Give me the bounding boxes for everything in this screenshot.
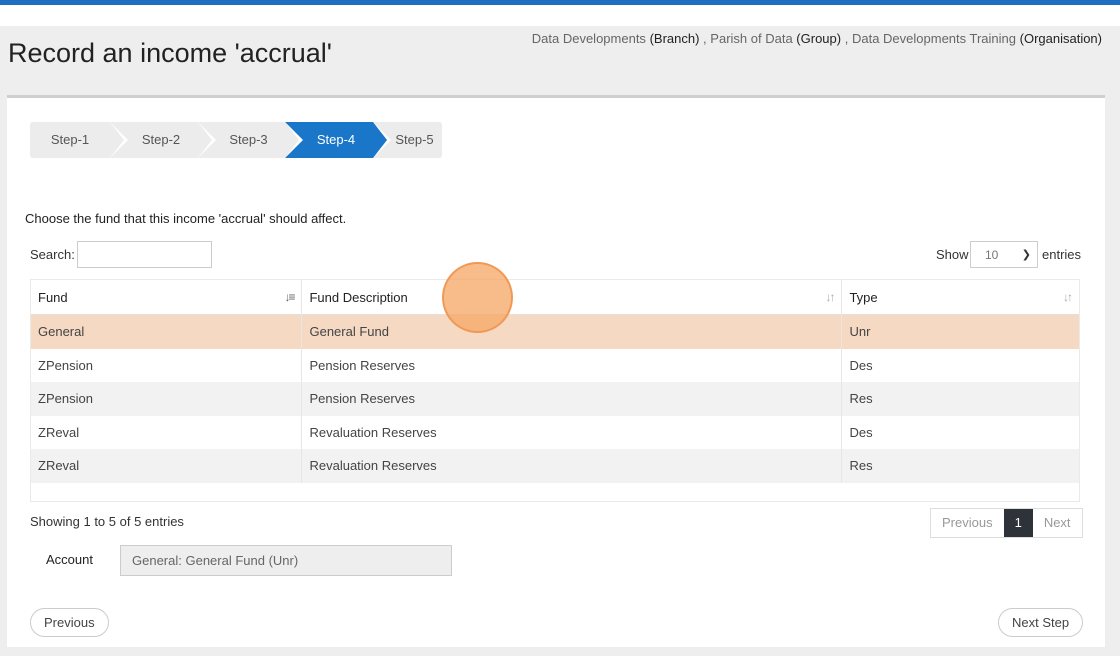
cell-type: Des xyxy=(849,424,873,440)
previous-step-button[interactable]: Previous xyxy=(30,608,109,637)
cell-type: Des xyxy=(849,357,873,373)
breadcrumb-organisation-name[interactable]: Data Developments Training xyxy=(852,31,1016,46)
search-input[interactable] xyxy=(77,241,212,268)
sort-icon: ↓↑ xyxy=(1063,290,1073,304)
cell-fund-description: Revaluation Reserves xyxy=(302,449,843,483)
cell-type: Unr xyxy=(849,324,871,339)
breadcrumb-organisation-kind: (Organisation) xyxy=(1019,31,1102,46)
chevron-down-icon: ❯ xyxy=(1021,249,1031,261)
funds-table: Fund ↓≡ Fund Description ↓↑ Type ↓↑ Gene… xyxy=(30,279,1080,502)
table-info: Showing 1 to 5 of 5 entries xyxy=(30,514,184,529)
search-label: Search: xyxy=(30,247,75,262)
sort-icon: ↓↑ xyxy=(825,290,835,304)
table-header: Fund ↓≡ Fund Description ↓↑ Type ↓↑ xyxy=(31,280,1079,315)
wizard-panel: Step-1 Step-2 Step-3 Step-4 Step-5 Choos… xyxy=(7,95,1105,647)
breadcrumb-branch-name[interactable]: Data Developments xyxy=(532,31,646,46)
step-label: Step-4 xyxy=(316,132,356,147)
table-row[interactable]: ZPension Pension Reserves Res xyxy=(31,382,1079,416)
breadcrumb-separator: , xyxy=(703,31,707,46)
cell-type: Res xyxy=(849,391,873,407)
wizard-stepper: Step-1 Step-2 Step-3 Step-4 Step-5 xyxy=(30,122,442,158)
column-header-label: Type xyxy=(849,290,878,305)
cell-fund: ZReval xyxy=(31,449,303,483)
account-field: General: General Fund (Unr) xyxy=(120,545,452,576)
cell-fund-description: Revaluation Reserves xyxy=(302,415,843,450)
breadcrumb-separator: , xyxy=(844,31,849,46)
column-header-label: Fund Description xyxy=(309,290,408,305)
pagination-next-button[interactable]: Next xyxy=(1032,509,1082,537)
column-header-fund[interactable]: Fund ↓≡ xyxy=(31,280,303,315)
cell-fund: General xyxy=(31,315,303,349)
top-accent-bar xyxy=(0,0,1120,5)
entries-per-page-select[interactable]: 10 ❯ xyxy=(970,241,1038,268)
column-header-label: Fund xyxy=(38,290,68,305)
table-row[interactable]: ZReval Revaluation Reserves Res xyxy=(31,449,1079,483)
step-label: Step-5 xyxy=(395,132,434,147)
sort-ascending-icon: ↓≡ xyxy=(284,290,295,304)
step-1[interactable]: Step-1 xyxy=(30,122,128,158)
step-label: Step-3 xyxy=(229,132,268,147)
entries-label: entries xyxy=(1042,247,1082,262)
cell-fund-description: Pension Reserves xyxy=(302,348,843,383)
breadcrumb-branch-kind: (Branch) xyxy=(649,31,700,46)
column-header-type[interactable]: Type ↓↑ xyxy=(842,280,1079,315)
table-footer-spacer xyxy=(31,482,1079,501)
cell-fund: ZPension xyxy=(31,382,303,416)
cell-type: Res xyxy=(849,458,873,474)
breadcrumb-group-kind: (Group) xyxy=(796,31,842,46)
table-row[interactable]: General General Fund Unr xyxy=(31,315,1079,349)
next-step-button[interactable]: Next Step xyxy=(998,608,1084,637)
breadcrumb-group-name[interactable]: Parish of Data xyxy=(710,31,792,46)
cell-fund: ZPension xyxy=(31,348,303,383)
pagination-page-1[interactable]: 1 xyxy=(1003,509,1033,537)
table-row[interactable]: ZReval Revaluation Reserves Des xyxy=(31,415,1079,450)
breadcrumb: Data Developments (Branch) , Parish of D… xyxy=(532,31,1102,46)
cell-fund-description: Pension Reserves xyxy=(302,382,843,416)
page-container: Record an income 'accrual' Data Developm… xyxy=(0,26,1120,656)
show-label: Show xyxy=(936,247,969,262)
entries-per-page-value: 10 xyxy=(985,248,999,262)
step-label: Step-2 xyxy=(141,132,181,147)
table-row[interactable]: ZPension Pension Reserves Des xyxy=(31,348,1079,383)
pagination-previous-button[interactable]: Previous xyxy=(931,509,1004,537)
pagination: Previous 1 Next xyxy=(930,508,1083,538)
instruction-text: Choose the fund that this income 'accrua… xyxy=(25,211,347,226)
column-header-fund-description[interactable]: Fund Description ↓↑ xyxy=(302,280,843,315)
step-label: Step-1 xyxy=(50,132,90,147)
account-label: Account xyxy=(46,552,93,567)
page-title: Record an income 'accrual' xyxy=(8,38,332,68)
cell-fund: ZReval xyxy=(31,415,303,450)
cell-fund-description: General Fund xyxy=(302,315,843,349)
